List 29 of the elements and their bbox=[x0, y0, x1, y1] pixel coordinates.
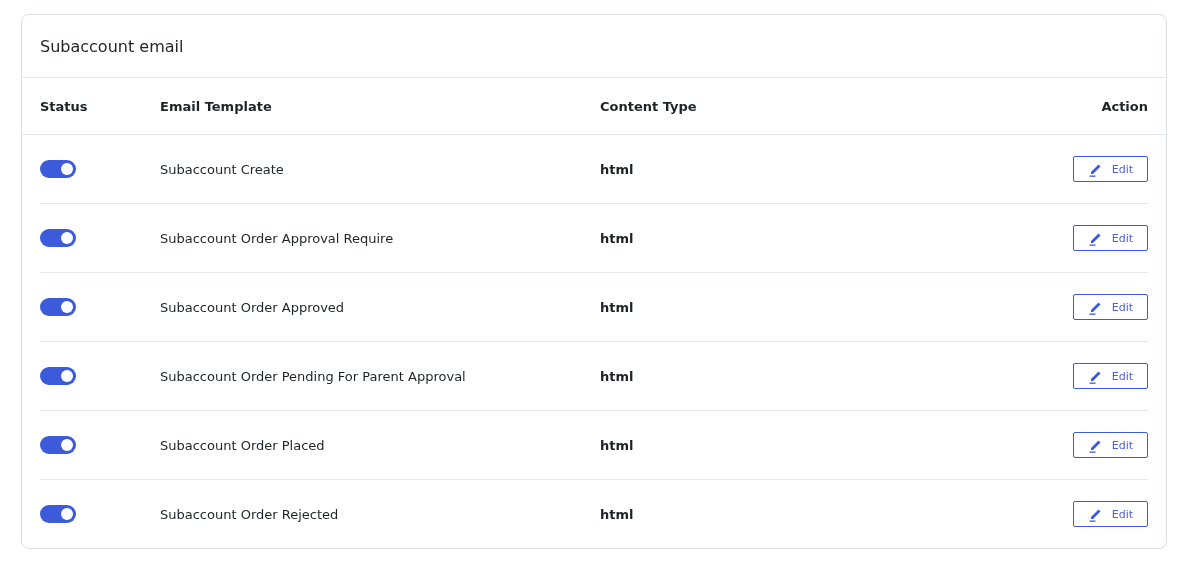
toggle-switch[interactable] bbox=[40, 436, 76, 454]
content-type: html bbox=[600, 506, 634, 522]
edit-button[interactable]: Edit bbox=[1073, 156, 1148, 182]
content-type: html bbox=[600, 230, 634, 246]
column-header: Content Type bbox=[600, 98, 697, 114]
edit-button[interactable]: Edit bbox=[1073, 225, 1148, 251]
edit-button[interactable]: Edit bbox=[1073, 432, 1148, 458]
template-name: Subaccount Order Approval Require bbox=[160, 230, 394, 246]
toggle-switch[interactable] bbox=[40, 160, 76, 178]
column-header: Status bbox=[40, 98, 88, 114]
toggle-switch[interactable] bbox=[40, 298, 76, 316]
template-name: Subaccount Create bbox=[160, 161, 284, 177]
template-name: Subaccount Order Pending For Parent Approval bbox=[160, 368, 466, 384]
template-name: Subaccount Order Rejected bbox=[160, 506, 339, 522]
content-type: html bbox=[600, 161, 634, 177]
toggle-switch[interactable] bbox=[40, 505, 76, 523]
column-header: Action bbox=[1101, 98, 1148, 114]
edit-button[interactable]: Edit bbox=[1073, 294, 1148, 320]
column-header: Email Template bbox=[160, 98, 272, 114]
toggle-switch[interactable] bbox=[40, 367, 76, 385]
template-name: Subaccount Order Approved bbox=[160, 299, 345, 315]
edit-button[interactable]: Edit bbox=[1073, 363, 1148, 389]
content-type: html bbox=[600, 437, 634, 453]
content-type: html bbox=[600, 299, 634, 315]
template-name: Subaccount Order Placed bbox=[160, 437, 325, 453]
toggle-switch[interactable] bbox=[40, 229, 76, 247]
card-title: Subaccount email bbox=[40, 36, 184, 56]
content-type: html bbox=[600, 368, 634, 384]
edit-button[interactable]: Edit bbox=[1073, 501, 1148, 527]
